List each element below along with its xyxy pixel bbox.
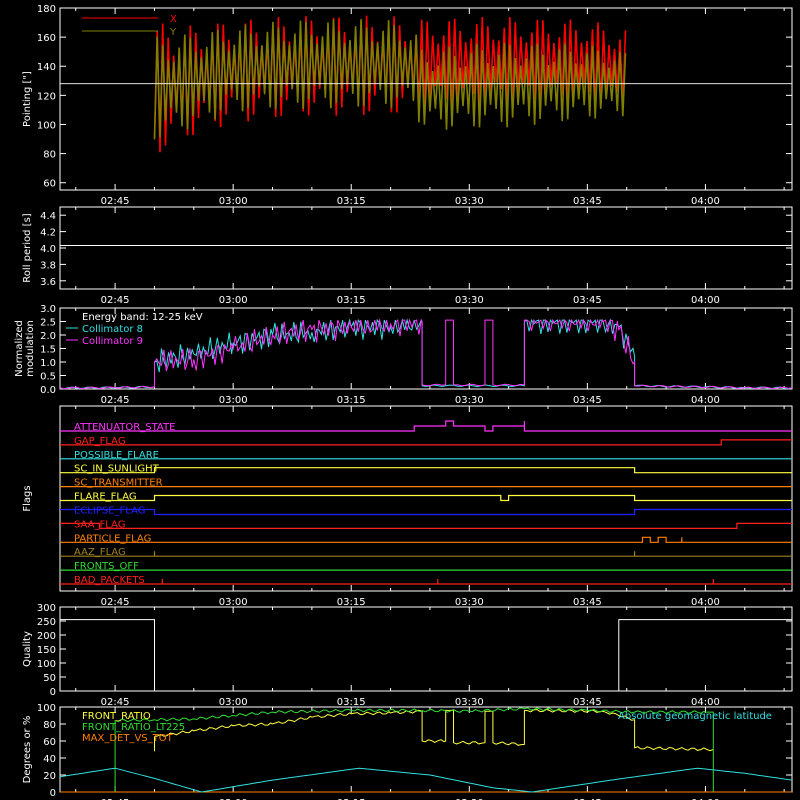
x-tick-label: 04:00 xyxy=(691,295,720,306)
x-tick-label: 03:30 xyxy=(455,697,484,708)
y-tick-label: 60 xyxy=(43,179,56,190)
x-tick-label: 03:15 xyxy=(337,597,366,608)
y-tick-label: 3.6 xyxy=(40,277,56,288)
y-tick-label: 160 xyxy=(37,33,56,44)
flag-label-flare-flag: FLARE_FLAG xyxy=(74,492,137,503)
y-axis-label: Degrees or % xyxy=(22,716,33,784)
rhessi-quicklook-figure: 02:45 03:00 03:15 03:30 03:45 04:00 60 80 100 120… xyxy=(0,0,800,800)
y-tick-label: 2.0 xyxy=(40,331,56,342)
y-axis-label: Roll period [s] xyxy=(22,213,33,282)
y-tick-label: 4.2 xyxy=(40,228,56,239)
x-tick-label: 03:30 xyxy=(455,196,484,207)
flag-label-attenuator-state: ATTENUATOR_STATE xyxy=(74,422,175,433)
y-axis-label: Pointing ["] xyxy=(22,71,33,127)
y-tick-label: 150 xyxy=(37,645,56,656)
legend-label-collimator-8: Collimator 8 xyxy=(82,324,143,335)
y-tick-label: 1.5 xyxy=(40,345,56,356)
flag-label-sc-in-sunlight: SC_IN_SUNLIGHT xyxy=(74,464,160,475)
flag-label-saa-flag: SAA_FLAG xyxy=(74,519,125,530)
y-tick-label: 80 xyxy=(43,720,56,731)
y-tick-label: 0.0 xyxy=(40,385,56,396)
geomagnetic-latitude-label: Absolute geomagnetic latitude xyxy=(618,711,772,722)
x-tick-label: 02:45 xyxy=(101,597,130,608)
x-tick-label: 03:00 xyxy=(219,395,248,406)
legend-label-max-det-vs-tot: MAX_DET_VS_TOT xyxy=(82,733,174,744)
x-tick-label: 02:45 xyxy=(101,395,130,406)
legend-label-collimator-9: Collimator 9 xyxy=(82,336,143,347)
y-tick-label: 3.0 xyxy=(40,304,56,315)
x-tick-label: 04:00 xyxy=(691,395,720,406)
x-tick-label: 03:30 xyxy=(455,295,484,306)
x-tick-label: 03:00 xyxy=(219,697,248,708)
y-tick-label: 50 xyxy=(43,673,56,684)
x-tick-label: 03:15 xyxy=(337,295,366,306)
y-tick-label: 250 xyxy=(37,617,56,628)
y-tick-label: 120 xyxy=(37,91,56,102)
y-axis-label: Normalized xyxy=(14,320,25,377)
y-axis-label: Flags xyxy=(22,485,33,511)
x-tick-label: 04:00 xyxy=(691,597,720,608)
flag-label-aaz-flag: AAZ_FLAG xyxy=(74,547,126,558)
y-tick-label: 40 xyxy=(43,754,56,765)
x-tick-label: 03:45 xyxy=(573,196,602,207)
y-tick-label: 1.0 xyxy=(40,358,56,369)
y-axis-label: Quality xyxy=(22,631,33,667)
x-tick-label: 02:45 xyxy=(101,196,130,207)
flag-label-eclipse-flag: ECLIPSE_FLAG xyxy=(74,505,145,516)
y-tick-label: 100 xyxy=(37,120,56,131)
x-tick-label: 04:00 xyxy=(691,196,720,207)
y-tick-label: 0 xyxy=(50,788,56,799)
x-tick-label: 03:15 xyxy=(337,697,366,708)
legend-label-x: X xyxy=(170,14,177,25)
x-tick-label: 03:45 xyxy=(573,697,602,708)
y-tick-label: 100 xyxy=(37,703,56,714)
y-tick-label: 200 xyxy=(37,631,56,642)
x-tick-label: 03:15 xyxy=(337,395,366,406)
legend-label-front-ratio: FRONT_RATIO xyxy=(82,711,151,722)
x-tick-label: 03:30 xyxy=(455,395,484,406)
y-tick-label: 60 xyxy=(43,737,56,748)
x-tick-label: 03:15 xyxy=(337,196,366,207)
x-tick-label: 03:45 xyxy=(573,597,602,608)
y-tick-label: 300 xyxy=(37,603,56,614)
x-tick-label: 02:45 xyxy=(101,697,130,708)
x-tick-label: 03:00 xyxy=(219,196,248,207)
energy-band-label: Energy band: 12-25 keV xyxy=(82,312,203,323)
y-tick-label: 20 xyxy=(43,771,56,782)
y-tick-label: 2.5 xyxy=(40,318,56,329)
legend-label-y: Y xyxy=(169,27,177,38)
x-tick-label: 03:45 xyxy=(573,395,602,406)
y-tick-label: 0.5 xyxy=(40,372,56,383)
flag-label-gap-flag: GAP_FLAG xyxy=(74,436,126,447)
y-tick-label: 100 xyxy=(37,659,56,670)
y-tick-label: 180 xyxy=(37,4,56,15)
y-tick-label: 140 xyxy=(37,62,56,73)
x-tick-label: 03:30 xyxy=(455,597,484,608)
y-axis-label: modulation xyxy=(25,320,36,377)
y-tick-label: 3.8 xyxy=(40,260,56,271)
x-tick-label: 03:00 xyxy=(219,597,248,608)
flag-label-particle-flag: PARTICLE_FLAG xyxy=(74,533,151,544)
flag-label-fronts-off: FRONTS_OFF xyxy=(74,561,139,572)
x-tick-label: 03:45 xyxy=(573,295,602,306)
x-tick-label: 04:00 xyxy=(691,697,720,708)
legend-label-front-ratio-lt225: FRONT_RATIO_LT225 xyxy=(82,722,185,733)
x-tick-label: 03:00 xyxy=(219,295,248,306)
y-tick-label: 4.0 xyxy=(40,244,56,255)
y-tick-label: 4.4 xyxy=(40,211,56,222)
y-tick-label: 0 xyxy=(50,687,56,698)
flag-label-bad-packets: BAD_PACKETS xyxy=(74,575,145,586)
flag-label-sc-transmitter: SC_TRANSMITTER xyxy=(74,478,163,489)
y-tick-label: 80 xyxy=(43,150,56,161)
x-tick-label: 02:45 xyxy=(101,295,130,306)
flag-label-possible-flare: POSSIBLE_FLARE xyxy=(74,450,159,461)
